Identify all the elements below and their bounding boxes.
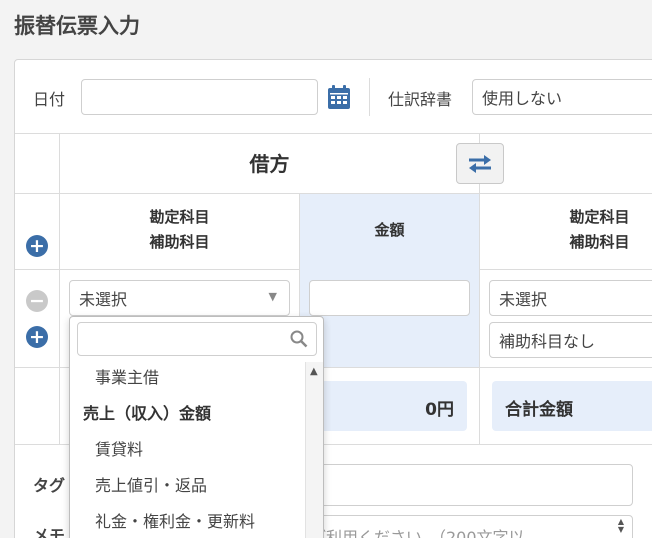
memo-placeholder: ご利用ください。（200文字以 <box>310 528 525 538</box>
add-row-top-icon[interactable]: + <box>26 235 48 257</box>
dropdown-item[interactable]: 売上値引・返品 <box>95 472 207 496</box>
dropdown-item[interactable]: 賃貸料 <box>95 436 143 460</box>
scroll-up-icon[interactable]: ▲ <box>310 366 318 377</box>
chevron-down-icon: ▼ <box>268 290 277 303</box>
memo-textarea[interactable]: ご利用ください。（200文字以 ▲ ▼ <box>300 515 633 538</box>
credit-subaccount-header-text: 補助科目 <box>569 233 630 251</box>
credit-total-box: 合計金額 <box>492 381 652 431</box>
credit-subaccount-select[interactable]: 補助科目なし <box>489 322 652 358</box>
page-title: 振替伝票入力 <box>14 14 140 38</box>
credit-account-header: 勘定科目 補助科目 <box>480 205 652 255</box>
tag-label: タグ <box>33 476 66 495</box>
dropdown-item[interactable]: 礼金・権利金・更新料 <box>95 508 255 532</box>
debit-subaccount-header-text: 補助科目 <box>149 233 210 251</box>
add-row-icon[interactable]: + <box>26 326 48 348</box>
dropdown-group-header: 売上（収入）金額 <box>83 404 212 423</box>
debit-account-header: 勘定科目 補助科目 <box>60 205 299 255</box>
credit-total-label: 合計金額 <box>505 400 573 420</box>
top-row-divider <box>369 78 370 116</box>
account-dropdown: 事業主借 売上（収入）金額 賃貸料 売上値引・返品 礼金・権利金・更新料 ▲ <box>69 316 324 538</box>
memo-label: メモ <box>33 526 66 538</box>
dropdown-item[interactable]: 事業主借 <box>95 364 159 388</box>
debit-account-header-text: 勘定科目 <box>149 208 210 226</box>
search-icon <box>290 330 308 348</box>
debit-amount-header: 金額 <box>374 221 405 239</box>
dict-label: 仕訳辞書 <box>388 90 453 109</box>
dropdown-scrollbar[interactable]: ▲ <box>305 362 323 538</box>
dict-select[interactable]: 使用しない <box>472 79 652 115</box>
debit-total-value: 0円 <box>425 400 454 420</box>
dropdown-search-input[interactable] <box>77 322 317 356</box>
debit-account-value: 未選択 <box>79 290 128 309</box>
tag-input[interactable] <box>300 464 633 506</box>
swap-icon <box>469 154 491 173</box>
row-divider <box>15 133 652 134</box>
credit-account-select[interactable]: 未選択 <box>489 280 652 316</box>
calendar-icon[interactable] <box>327 84 351 110</box>
credit-account-header-text: 勘定科目 <box>569 208 630 226</box>
credit-account-value: 未選択 <box>499 290 548 309</box>
swap-button[interactable] <box>456 143 504 184</box>
dict-value: 使用しない <box>482 89 563 108</box>
debit-total-box: 0円 <box>309 381 467 431</box>
credit-subaccount-value: 補助科目なし <box>499 332 596 351</box>
debit-account-select[interactable]: 未選択 ▼ <box>69 280 290 316</box>
remove-row-icon[interactable]: − <box>26 290 48 312</box>
resize-spinner-icon: ▲ ▼ <box>617 517 624 534</box>
debit-title: 借方 <box>249 152 290 176</box>
date-input[interactable] <box>81 79 318 115</box>
col-divider <box>59 133 60 444</box>
date-label: 日付 <box>33 90 66 109</box>
debit-amount-input[interactable] <box>309 280 470 316</box>
